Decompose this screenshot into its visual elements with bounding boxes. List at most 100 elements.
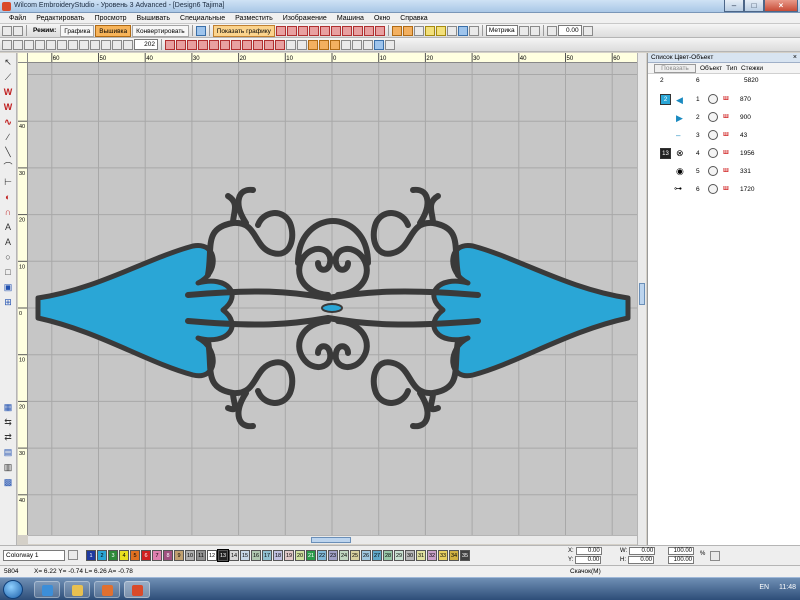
- units-select[interactable]: Метрика: [485, 25, 518, 36]
- knife-icon[interactable]: [363, 39, 373, 50]
- measure-icon[interactable]: [468, 25, 479, 36]
- run-icon[interactable]: [308, 25, 319, 36]
- list-item[interactable]: 13 ⊗ 4 ш 1956: [648, 145, 800, 163]
- rotate-icon[interactable]: [176, 39, 186, 50]
- satin-icon[interactable]: [286, 25, 297, 36]
- color-swatch-26[interactable]: 26: [361, 550, 371, 561]
- color-swatch-5[interactable]: 5: [130, 550, 140, 561]
- horizontal-scrollbar[interactable]: [28, 535, 637, 544]
- color-swatch-23[interactable]: 23: [328, 550, 338, 561]
- taskbar-media[interactable]: [94, 581, 120, 598]
- thread-icon[interactable]: [330, 39, 340, 50]
- travel-icon[interactable]: ⇆: [2, 416, 14, 428]
- menu-embroider[interactable]: Вышивать: [132, 13, 175, 23]
- measure-tool-icon[interactable]: ▤: [2, 446, 14, 458]
- color-swatch-4[interactable]: 4: [119, 550, 129, 561]
- color-swatch-35[interactable]: 35: [460, 550, 470, 561]
- color-swatch-2[interactable]: 2: [97, 550, 107, 561]
- undo-icon[interactable]: [90, 39, 100, 50]
- lock-object-icon[interactable]: [231, 39, 241, 50]
- arc-icon[interactable]: ∩: [2, 206, 14, 218]
- colorway-dropdown-icon[interactable]: [68, 550, 78, 560]
- delete-icon[interactable]: [79, 39, 89, 50]
- trim-icon[interactable]: [319, 25, 330, 36]
- color-swatch-12[interactable]: 12: [207, 550, 217, 561]
- convert-button[interactable]: Конвертировать: [132, 24, 189, 37]
- color-swatch-30[interactable]: 30: [405, 550, 415, 561]
- travel-back-icon[interactable]: ⇄: [2, 431, 14, 443]
- scale-h-field[interactable]: 100.00: [668, 556, 694, 564]
- taskbar-wilcom[interactable]: [124, 581, 150, 598]
- show-button[interactable]: Показать: [654, 63, 696, 73]
- tie-icon[interactable]: [341, 25, 352, 36]
- reshape-icon[interactable]: W: [2, 86, 14, 98]
- menu-view[interactable]: Просмотр: [90, 13, 132, 23]
- color-swatch-11[interactable]: 11: [196, 550, 206, 561]
- color-swatch-34[interactable]: 34: [449, 550, 459, 561]
- monogram-icon[interactable]: A: [2, 236, 14, 248]
- colorway-select[interactable]: Colorway 1: [3, 550, 65, 561]
- taskbar-ie[interactable]: [34, 581, 60, 598]
- run-tool-icon[interactable]: ∕: [2, 131, 14, 143]
- realistic-icon[interactable]: [374, 39, 384, 50]
- close-button[interactable]: ×: [764, 0, 798, 12]
- clock[interactable]: 11:48: [779, 584, 796, 591]
- align-icon[interactable]: [546, 25, 557, 36]
- horizontal-scroll-thumb[interactable]: [311, 537, 351, 543]
- zoom-field[interactable]: 202: [134, 39, 158, 50]
- unlock-object-icon[interactable]: [242, 39, 252, 50]
- color-swatch-29[interactable]: 29: [394, 550, 404, 561]
- spin-icon[interactable]: [582, 25, 593, 36]
- scale-w-field[interactable]: 100.00: [668, 547, 694, 555]
- color-icon[interactable]: [308, 39, 318, 50]
- menu-image[interactable]: Изображение: [278, 13, 332, 23]
- new-icon[interactable]: [2, 25, 12, 36]
- satin-tool-icon[interactable]: W: [2, 101, 14, 113]
- save-icon[interactable]: [24, 39, 34, 50]
- list-item[interactable]: ▶ 2 ш 900: [648, 109, 800, 127]
- branch-icon[interactable]: [264, 39, 274, 50]
- scale-icon[interactable]: [187, 39, 197, 50]
- globe-icon[interactable]: [195, 25, 206, 36]
- menu-help[interactable]: Справка: [395, 13, 432, 23]
- select-arrow-icon[interactable]: ↖: [2, 56, 14, 68]
- list-item[interactable]: ⊶ 6 ш 1720: [648, 181, 800, 199]
- shape-icon[interactable]: [413, 25, 424, 36]
- mode-graphics-button[interactable]: Графика: [60, 24, 95, 37]
- open-icon[interactable]: [13, 25, 23, 36]
- split-icon[interactable]: ▥: [2, 461, 14, 473]
- redo-icon[interactable]: [101, 39, 111, 50]
- taskbar-explorer[interactable]: [64, 581, 90, 598]
- lock-icon[interactable]: [529, 25, 540, 36]
- value-field[interactable]: 0.00: [557, 25, 582, 36]
- offset-icon[interactable]: [297, 39, 307, 50]
- curve-tool-icon[interactable]: ⌒: [2, 161, 14, 173]
- menu-edit[interactable]: Редактировать: [31, 13, 89, 23]
- h-field[interactable]: 0.00: [628, 556, 654, 564]
- color-swatch-1[interactable]: 1: [86, 550, 96, 561]
- menu-special[interactable]: Специальные: [175, 13, 230, 23]
- fill-icon[interactable]: [297, 25, 308, 36]
- new-file-icon[interactable]: [2, 39, 12, 50]
- group-icon[interactable]: [209, 39, 219, 50]
- color-swatch-7[interactable]: 7: [152, 550, 162, 561]
- vertical-scrollbar[interactable]: [637, 53, 646, 545]
- menu-file[interactable]: Файл: [4, 13, 31, 23]
- color-swatch-13[interactable]: 13: [217, 549, 229, 562]
- brush-icon[interactable]: [402, 25, 413, 36]
- w-field[interactable]: 0.00: [629, 547, 656, 555]
- applique-icon[interactable]: ▣: [2, 281, 14, 293]
- maximize-button[interactable]: □: [744, 0, 764, 12]
- color-swatch-9[interactable]: 9: [174, 550, 184, 561]
- stitch-player-icon[interactable]: ▦: [2, 401, 14, 413]
- text-tool-icon[interactable]: A: [2, 221, 14, 233]
- mode-embroidery-button[interactable]: Вышивка: [95, 24, 132, 37]
- circle-icon[interactable]: ○: [2, 251, 14, 263]
- menu-arrange[interactable]: Разместить: [230, 13, 278, 23]
- hoop-icon[interactable]: [435, 25, 446, 36]
- menu-machine[interactable]: Машина: [332, 13, 369, 23]
- color-swatch-8[interactable]: 8: [163, 550, 173, 561]
- density-icon[interactable]: [374, 25, 385, 36]
- language-indicator[interactable]: EN: [759, 584, 769, 591]
- color-swatch-31[interactable]: 31: [416, 550, 426, 561]
